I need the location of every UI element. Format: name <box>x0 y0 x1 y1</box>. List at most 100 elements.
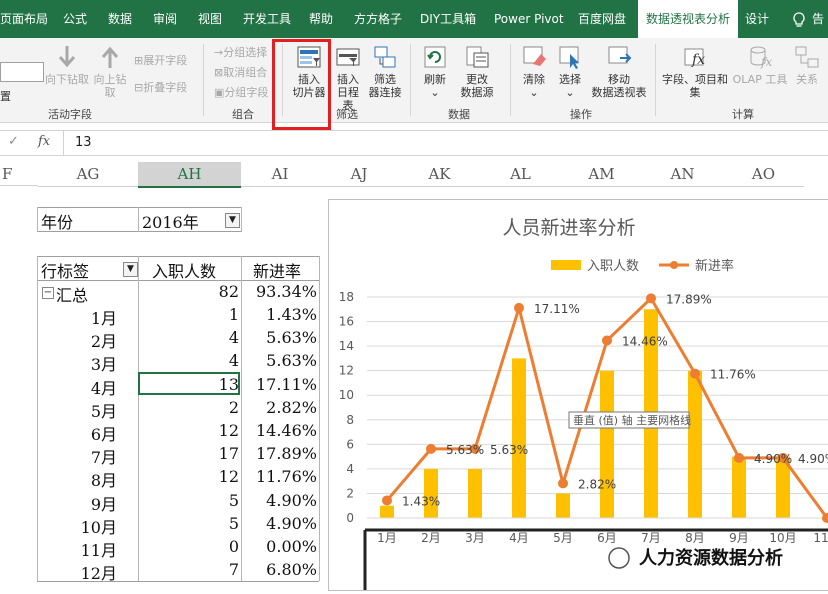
tab-help[interactable]: 帮助 <box>309 0 333 38</box>
total-count: 82 <box>218 282 239 301</box>
relationships-button[interactable]: 关系 <box>790 44 824 86</box>
filter-connections-label-2: 器连接 <box>368 86 402 99</box>
line-point-2月 <box>426 443 436 454</box>
select-button[interactable]: 选择 ⌄ <box>554 44 586 99</box>
row-labels-header: 行标签 <box>41 262 90 281</box>
tab-fangfang[interactable]: 方方格子 <box>354 0 402 38</box>
data-label: 17.89% <box>666 292 712 306</box>
tab-data[interactable]: 数据 <box>108 0 132 38</box>
row-count[interactable]: 1 <box>140 305 239 324</box>
row-count[interactable]: 7 <box>140 560 239 579</box>
data-label: 4.90% <box>798 452 828 466</box>
line-point-5月 <box>558 478 568 489</box>
tab-view[interactable]: 视图 <box>198 0 222 38</box>
field-settings-label[interactable]: 置 <box>0 88 11 104</box>
line-point-8月 <box>690 368 700 379</box>
x-tick-label: 3月 <box>465 531 485 545</box>
collapse-field-label: 折叠字段 <box>143 81 188 94</box>
tab-review[interactable]: 审阅 <box>153 0 177 38</box>
chart-area[interactable]: 人员新进率分析 入职人数 新进率 0 2 4 6 8 10 12 14 16 18 1月 2月 3月 4月 5月 6… <box>328 199 828 591</box>
insert-timeline-label-1: 插入 <box>337 73 359 86</box>
filter-group-label: 筛选 <box>336 108 358 121</box>
ribbon-separator <box>203 44 204 116</box>
drill-down-button[interactable]: 向下钻取 <box>44 44 90 86</box>
tab-developer[interactable]: 开发工具 <box>243 0 291 38</box>
change-source-label-2: 数据源 <box>460 86 494 99</box>
data-label: 17.11% <box>534 302 580 316</box>
olap-tools-button[interactable]: fx OLAP 工具 <box>730 44 790 86</box>
data-label: 2.82% <box>578 477 616 491</box>
expand-field-button[interactable]: ⊞展开字段 <box>134 52 187 68</box>
rate-header: 新进率 <box>253 262 302 281</box>
column-header-ai[interactable]: AI <box>241 162 319 187</box>
line-point-6月 <box>602 335 612 346</box>
y-tick-label: 6 <box>346 437 354 451</box>
svg-text:fx: fx <box>691 52 705 68</box>
line-point-4月 <box>514 302 524 313</box>
highlight-box <box>272 39 331 130</box>
refresh-button[interactable]: 刷新 ⌄ <box>418 44 452 99</box>
row-month: 10月 <box>80 517 117 537</box>
collapse-icon[interactable]: − <box>42 287 54 299</box>
enter-check-icon[interactable]: ✓ <box>8 134 19 149</box>
column-header-aj[interactable]: AJ <box>319 162 399 187</box>
row-count[interactable]: 5 <box>140 491 239 510</box>
expand-field-label: 展开字段 <box>143 54 188 67</box>
tell-me-text[interactable]: 告 <box>812 0 824 38</box>
tab-page-layout[interactable]: 页面布局 <box>0 0 48 38</box>
clear-button[interactable]: 清除 ⌄ <box>518 44 550 99</box>
row-count[interactable]: 12 <box>140 467 239 486</box>
bar-8月 <box>688 370 702 518</box>
calc-group-label: 计算 <box>732 108 754 121</box>
row-count[interactable]: 17 <box>140 444 239 463</box>
formula-bar: ✓ fx 13 <box>0 130 828 156</box>
filter-value[interactable]: 2016年 <box>142 209 199 233</box>
column-header-ah[interactable]: AH <box>138 162 241 188</box>
data-label: 14.46% <box>622 334 668 348</box>
fields-items-sets-button[interactable]: fx 字段、项目和 集 <box>660 44 730 99</box>
lightbulb-icon[interactable] <box>792 0 806 38</box>
column-header-an[interactable]: AN <box>642 162 723 187</box>
svg-text:fx: fx <box>760 55 772 69</box>
data-group-label: 数据 <box>448 108 470 121</box>
column-header-ao[interactable]: AO <box>723 162 804 187</box>
tab-power-pivot[interactable]: Power Pivot <box>494 0 564 38</box>
olap-cube-icon: fx <box>750 46 772 69</box>
selected-cell[interactable] <box>138 371 240 395</box>
filter-connections-button[interactable]: 筛选 器连接 <box>365 44 405 99</box>
column-header-ag[interactable]: AG <box>38 162 138 187</box>
fx-button[interactable]: fx <box>38 134 50 149</box>
ungroup-button[interactable]: ⊠取消组合 <box>214 64 267 80</box>
filter-dropdown-icon[interactable]: ▼ <box>225 213 240 228</box>
row-count[interactable]: 5 <box>140 514 239 533</box>
group-field-button[interactable]: ▣分组字段 <box>214 84 268 100</box>
data-label: 4.90% <box>754 452 792 466</box>
ribbon-separator <box>655 44 656 116</box>
insert-timeline-button[interactable]: 插入 日程表 <box>333 44 363 112</box>
row-count[interactable]: 2 <box>140 398 239 417</box>
y-tick-label: 16 <box>339 315 354 329</box>
row-count[interactable]: 4 <box>140 328 239 347</box>
group-selection-button[interactable]: →分组选择 <box>214 44 267 60</box>
collapse-field-button[interactable]: ⊟折叠字段 <box>134 79 187 95</box>
move-pivot-button[interactable]: 移动 数据透视表 <box>590 44 648 99</box>
active-field-input[interactable] <box>0 62 44 82</box>
column-header-al[interactable]: AL <box>480 162 561 187</box>
tab-baidu-netdisk[interactable]: 百度网盘 <box>578 0 626 38</box>
tab-pivot-analyze[interactable]: 数据透视表分析 <box>638 0 739 38</box>
row-count[interactable]: 4 <box>140 351 239 370</box>
formula-input[interactable]: 13 <box>75 135 92 150</box>
column-header-am[interactable]: AM <box>561 162 642 187</box>
column-header-ak[interactable]: AK <box>399 162 480 187</box>
change-data-source-button[interactable]: 更改 数据源 <box>455 44 499 99</box>
drill-up-button[interactable]: 向上钻 取 <box>90 44 130 99</box>
tab-formulas[interactable]: 公式 <box>63 0 87 38</box>
tab-design[interactable]: 设计 <box>745 0 769 38</box>
clear-dropdown-icon: ⌄ <box>529 86 539 99</box>
row-count[interactable]: 12 <box>140 421 239 440</box>
row-filter-dropdown-icon[interactable]: ▼ <box>123 262 138 277</box>
clear-label: 清除 <box>523 73 545 86</box>
row-count[interactable]: 0 <box>140 537 239 556</box>
tab-diy-toolbox[interactable]: DIY工具箱 <box>420 0 476 38</box>
column-header-f[interactable]: F <box>0 162 38 186</box>
